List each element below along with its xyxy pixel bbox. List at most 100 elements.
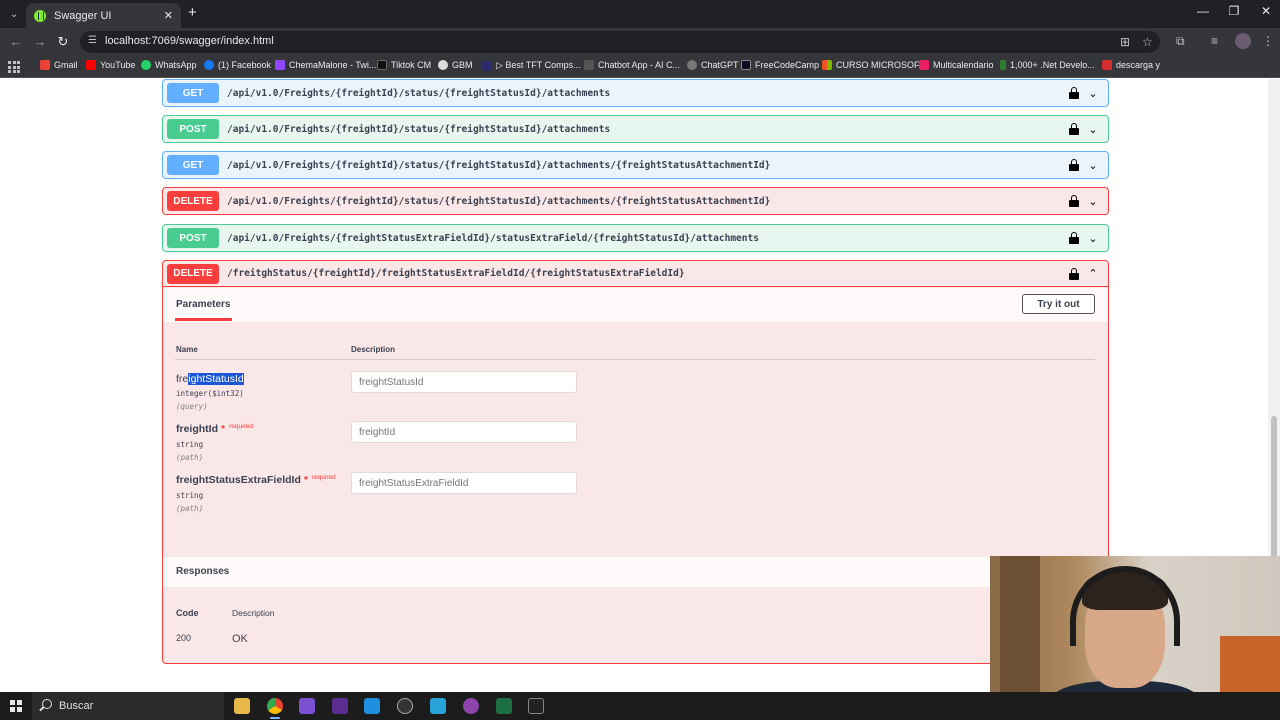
bookmark-icon <box>584 60 594 70</box>
bookmark-tiktok[interactable]: Tiktok CM <box>377 60 431 70</box>
taskbar-search[interactable]: Buscar <box>32 692 224 720</box>
terminal-icon[interactable] <box>332 698 348 714</box>
close-window-icon[interactable]: ✕ <box>1256 4 1276 18</box>
method-badge: GET <box>167 83 219 103</box>
reload-icon[interactable]: ↻ <box>55 34 71 50</box>
bookmark-star-icon[interactable]: ☆ <box>1142 35 1153 49</box>
minimize-icon[interactable]: — <box>1193 4 1213 18</box>
media-icon[interactable]: ≡ <box>1211 34 1218 48</box>
excel-icon[interactable] <box>496 698 512 714</box>
try-it-out-button[interactable]: Try it out <box>1022 294 1095 314</box>
bookmark-facebook[interactable]: (1) Facebook <box>204 60 271 70</box>
chevron-down-icon[interactable]: ⌄ <box>1086 123 1100 136</box>
operation-path: /api/v1.0/Freights/{freightId}/status/{f… <box>227 87 611 99</box>
back-icon[interactable]: ← <box>8 34 24 49</box>
operation-summary[interactable]: DELETE /freitghStatus/{freightId}/freigh… <box>163 261 1108 287</box>
param-type: integer($int32) <box>176 389 244 398</box>
response-code: 200 <box>176 633 192 643</box>
parameters-tab[interactable]: Parameters <box>176 299 230 310</box>
operation-post-status-extra-field[interactable]: POST /api/v1.0/Freights/{freightStatusEx… <box>162 224 1109 252</box>
close-tab-icon[interactable]: ✕ <box>164 9 173 22</box>
bookmark-descarga[interactable]: descarga y <box>1102 60 1160 70</box>
bookmark-curso-microsoft[interactable]: CURSO MICROSOFT <box>822 60 925 70</box>
operation-post-attachments[interactable]: POST /api/v1.0/Freights/{freightId}/stat… <box>162 115 1109 143</box>
lock-icon[interactable] <box>1068 232 1080 244</box>
bookmark-chatbot[interactable]: Chatbot App - AI C... <box>584 60 680 70</box>
resp-col-description: Description <box>232 608 275 618</box>
extensions-icon[interactable]: ⧉ <box>1176 34 1185 49</box>
tab-swagger-ui[interactable]: Swagger UI ✕ <box>26 3 181 28</box>
required-label: required <box>229 423 253 430</box>
responses-title: Responses <box>176 566 230 577</box>
param-location: (path) <box>176 504 204 513</box>
file-explorer-icon[interactable] <box>234 698 250 714</box>
bookmark-net-developers[interactable]: 1,000+ .Net Develo... <box>1000 60 1095 70</box>
bookmark-youtube[interactable]: YouTube <box>86 60 135 70</box>
chevron-down-icon[interactable]: ⌄ <box>1086 195 1100 208</box>
operation-delete-attachment[interactable]: DELETE /api/v1.0/Freights/{freightId}/st… <box>162 187 1109 215</box>
freight-status-id-input[interactable] <box>351 371 577 393</box>
lock-icon[interactable] <box>1068 87 1080 99</box>
github-desktop-icon[interactable] <box>528 698 544 714</box>
apps-grid-icon[interactable] <box>8 61 20 73</box>
restore-icon[interactable]: ❐ <box>1224 4 1244 18</box>
azure-data-studio-icon[interactable] <box>430 698 446 714</box>
bookmarks-bar: Gmail YouTube WhatsApp (1) Facebook Chem… <box>0 56 1280 78</box>
bookmark-multicalendario[interactable]: Multicalendario <box>919 60 994 70</box>
new-tab-icon[interactable]: + <box>188 4 197 21</box>
bookmark-gbm[interactable]: GBM <box>438 60 473 70</box>
bookmark-tft[interactable]: ▷ Best TFT Comps... <box>482 60 581 71</box>
resp-col-code: Code <box>176 608 199 618</box>
bookmark-icon <box>1102 60 1112 70</box>
obs-icon[interactable] <box>397 698 413 714</box>
tab-strip: ⌄ Swagger UI ✕ + — ❐ ✕ <box>0 0 1280 28</box>
param-type: string <box>176 440 204 449</box>
lock-icon[interactable] <box>1068 267 1080 280</box>
lock-icon[interactable] <box>1068 123 1080 135</box>
profile-avatar[interactable] <box>1235 33 1251 49</box>
operation-path: /api/v1.0/Freights/{freightStatusExtraFi… <box>227 232 759 244</box>
operation-get-attachments[interactable]: GET /api/v1.0/Freights/{freightId}/statu… <box>162 79 1109 107</box>
search-placeholder: Buscar <box>59 700 94 712</box>
search-icon <box>42 699 52 709</box>
translate-icon[interactable]: ⊞ <box>1120 35 1130 49</box>
windows-start-icon[interactable] <box>10 700 22 712</box>
operation-delete-extra-field-expanded: DELETE /freitghStatus/{freightId}/freigh… <box>162 260 1109 664</box>
chrome-icon[interactable] <box>267 698 283 714</box>
tab-underline <box>175 318 232 321</box>
bookmark-icon <box>741 60 751 70</box>
chevron-down-icon[interactable]: ⌄ <box>1086 159 1100 172</box>
visual-studio-icon[interactable] <box>299 698 315 714</box>
response-description: OK <box>232 633 248 645</box>
site-info-icon[interactable]: ☰ <box>88 35 100 47</box>
tab-title: Swagger UI <box>54 9 112 22</box>
chevron-down-icon[interactable]: ⌄ <box>1086 87 1100 100</box>
tab-search-icon[interactable]: ⌄ <box>4 4 24 24</box>
bookmark-freecodecamp[interactable]: FreeCodeCamp <box>741 60 819 70</box>
swagger-favicon-icon <box>34 9 46 22</box>
bookmark-gmail[interactable]: Gmail <box>40 60 78 70</box>
lock-icon[interactable] <box>1068 195 1080 207</box>
operation-get-attachment-by-id[interactable]: GET /api/v1.0/Freights/{freightId}/statu… <box>162 151 1109 179</box>
operation-path: /api/v1.0/Freights/{freightId}/status/{f… <box>227 195 771 207</box>
menu-icon[interactable]: ⋮ <box>1262 34 1274 48</box>
address-bar[interactable]: ☰ localhost:7069/swagger/index.html ⊞ ☆ <box>80 31 1160 53</box>
bookmark-twitch[interactable]: ChemaMalone - Twi... <box>275 60 376 70</box>
bookmark-icon <box>275 60 285 70</box>
chevron-down-icon[interactable]: ⌄ <box>1086 232 1100 245</box>
freight-id-input[interactable] <box>351 421 577 443</box>
bookmark-icon <box>482 60 492 71</box>
bookmark-chatgpt[interactable]: ChatGPT <box>687 60 739 70</box>
forward-icon[interactable]: → <box>32 34 48 49</box>
vscode-icon[interactable] <box>364 698 380 714</box>
lock-icon[interactable] <box>1068 159 1080 171</box>
discord-icon[interactable] <box>463 698 479 714</box>
bookmark-icon <box>822 60 832 70</box>
bookmark-icon <box>687 60 697 70</box>
browser-toolbar: ← → ↻ ☰ localhost:7069/swagger/index.htm… <box>0 28 1280 56</box>
chevron-up-icon[interactable]: ⌃ <box>1086 267 1100 280</box>
param-name-freightId: freightId * required <box>176 423 253 435</box>
freight-status-extra-field-id-input[interactable] <box>351 472 577 494</box>
bookmark-whatsapp[interactable]: WhatsApp <box>141 60 197 70</box>
required-label: required <box>311 474 336 481</box>
